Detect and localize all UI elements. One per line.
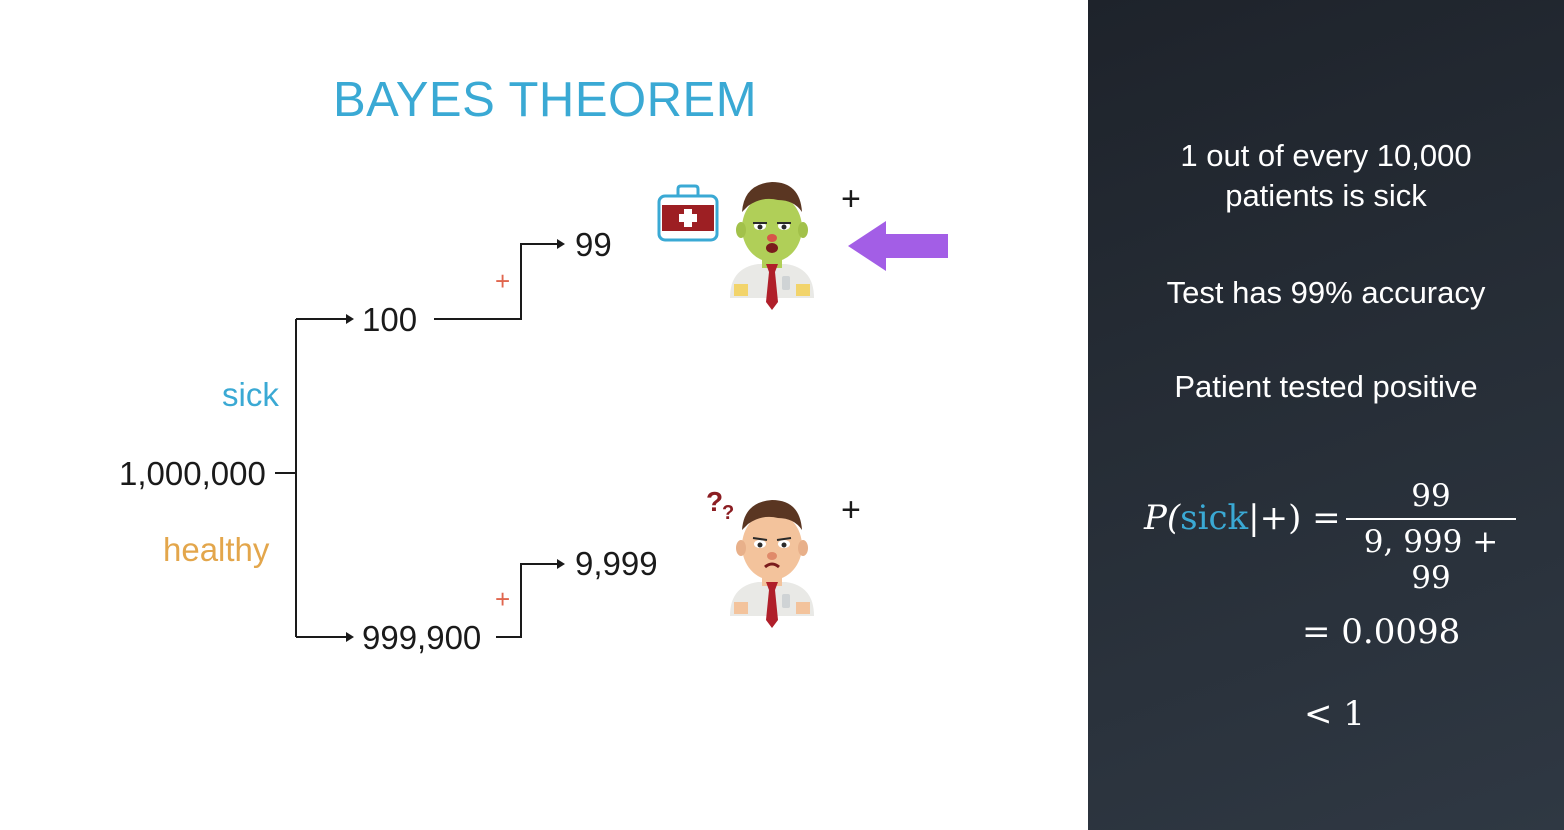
question-mark-icon: ?: [706, 486, 724, 517]
sick-person-plus: +: [841, 180, 861, 218]
healthy-label: healthy: [163, 531, 270, 568]
probability-given: |+) =: [1248, 498, 1341, 538]
sick-positive-arrowhead: [557, 239, 565, 249]
root-count: 1,000,000: [119, 455, 266, 492]
sick-count: 100: [362, 301, 418, 338]
purple-arrow-icon: [848, 221, 948, 271]
sick-doctor-icon: [730, 182, 814, 310]
diagram-area: BAYES THEOREM 1,000,000 sick healthy 100…: [0, 0, 1088, 830]
probability-result: = 0.0098: [1302, 612, 1461, 652]
probability-sick: sick: [1180, 498, 1249, 538]
tree-lines: [275, 239, 565, 642]
sick-label: sick: [222, 376, 279, 413]
confused-doctor-icon: [730, 500, 814, 628]
sick-branch-arrowhead: [346, 314, 354, 324]
fraction-denominator: 9, 999 + 99: [1363, 524, 1499, 596]
fact-line-1: 1 out of every 10,000: [1180, 138, 1472, 173]
fraction-numerator: 99: [1411, 478, 1451, 514]
probability-expression: P(sick|+) =: [1144, 498, 1341, 538]
healthy-person-plus: +: [841, 491, 861, 529]
healthy-count: 999,900: [362, 619, 482, 656]
accuracy-fact: Test has 99% accuracy: [1166, 275, 1486, 310]
info-panel: 1 out of every 10,000 patients is sick T…: [1088, 0, 1564, 830]
probability-p: P(: [1144, 498, 1181, 538]
sick-positive-plus: +: [495, 266, 511, 296]
positive-result-fact: Patient tested positive: [1174, 369, 1478, 404]
healthy-positive-plus: +: [495, 584, 511, 614]
sick-positive-count: 99: [575, 226, 612, 263]
probability-fraction: 99 9, 999 + 99: [1346, 478, 1516, 596]
probability-comparison: < 1: [1304, 694, 1365, 734]
healthy-branch-arrowhead: [346, 632, 354, 642]
healthy-positive-count: 9,999: [575, 545, 658, 582]
healthy-positive-arrowhead: [557, 559, 565, 569]
first-aid-kit-icon: [657, 184, 719, 242]
fact-line-2: patients is sick: [1225, 178, 1427, 213]
